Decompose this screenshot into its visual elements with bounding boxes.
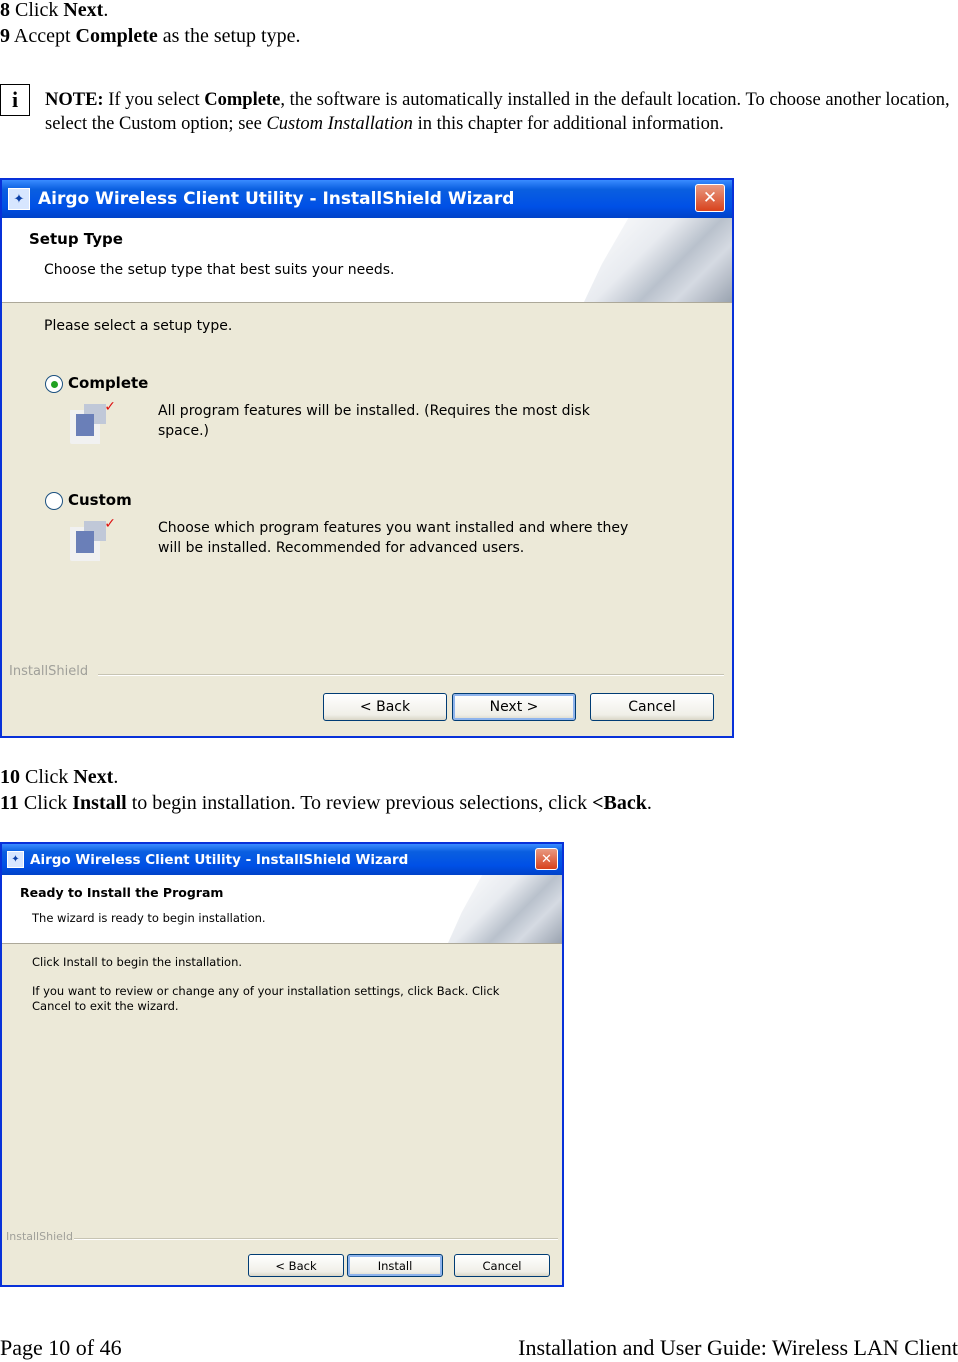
cancel-button[interactable]: Cancel [454, 1254, 550, 1277]
install-instruction: Click Install to begin the installation. [32, 955, 243, 969]
install-button[interactable]: Install [347, 1254, 443, 1277]
installshield-brand: InstallShield [6, 1230, 73, 1243]
custom-radio[interactable] [45, 492, 63, 510]
title-bar: ✦ Airgo Wireless Client Utility - Instal… [2, 180, 732, 218]
header-title: Setup Type [29, 230, 123, 248]
step-number: 8 [0, 0, 10, 21]
divider [98, 674, 724, 676]
complete-radio[interactable] [45, 375, 63, 393]
step-11: 11 Click Install to begin installation. … [0, 792, 652, 814]
note-text: NOTE: If you select Complete, the softwa… [45, 90, 950, 134]
custom-option-description: Choose which program features you want i… [158, 520, 629, 556]
back-button[interactable]: < Back [248, 1254, 344, 1277]
header-subtitle: The wizard is ready to begin installatio… [32, 911, 266, 925]
page-curl-graphic [584, 218, 732, 302]
app-icon: ✦ [7, 851, 24, 868]
info-icon: i [0, 84, 30, 116]
window-title: Airgo Wireless Client Utility - InstallS… [38, 189, 515, 209]
cancel-button[interactable]: Cancel [590, 693, 714, 721]
app-icon: ✦ [8, 188, 30, 210]
step-number: 10 [0, 766, 20, 788]
complete-option-label[interactable]: Complete [68, 374, 148, 392]
step-number: 9 [0, 25, 10, 47]
setup-prompt: Please select a setup type. [44, 318, 233, 334]
header-title: Ready to Install the Program [20, 885, 224, 900]
page-number: Page 10 of 46 [0, 1335, 122, 1360]
page-curl-graphic [448, 875, 562, 943]
header-pane: Ready to Install the Program The wizard … [2, 875, 562, 944]
guide-title: Installation and User Guide: Wireless LA… [518, 1335, 958, 1360]
review-instruction: If you want to review or change any of y… [32, 984, 500, 1013]
step-10: 10 Click Next. [0, 766, 119, 788]
close-button[interactable]: ✕ [695, 184, 725, 212]
next-button[interactable]: Next > [452, 693, 576, 721]
header-subtitle: Choose the setup type that best suits yo… [44, 262, 395, 278]
step-8: 8 Click Next. [0, 0, 109, 21]
complete-option-description: All program features will be installed. … [158, 403, 590, 439]
setup-type-dialog: ✦ Airgo Wireless Client Utility - Instal… [0, 178, 734, 738]
window-title: Airgo Wireless Client Utility - InstallS… [30, 851, 409, 868]
ready-to-install-dialog: ✦ Airgo Wireless Client Utility - Instal… [0, 842, 564, 1287]
back-button[interactable]: < Back [323, 693, 447, 721]
setup-features-icon [70, 517, 116, 561]
setup-features-icon [70, 400, 116, 444]
installshield-brand: InstallShield [9, 664, 89, 679]
custom-option-label[interactable]: Custom [68, 491, 132, 509]
step-number: 11 [0, 792, 19, 814]
divider [74, 1238, 558, 1240]
header-pane: Setup Type Choose the setup type that be… [2, 218, 732, 303]
step-9: 9 Accept Complete as the setup type. [0, 25, 301, 47]
close-button[interactable]: ✕ [535, 848, 558, 870]
title-bar: ✦ Airgo Wireless Client Utility - Instal… [2, 844, 562, 875]
